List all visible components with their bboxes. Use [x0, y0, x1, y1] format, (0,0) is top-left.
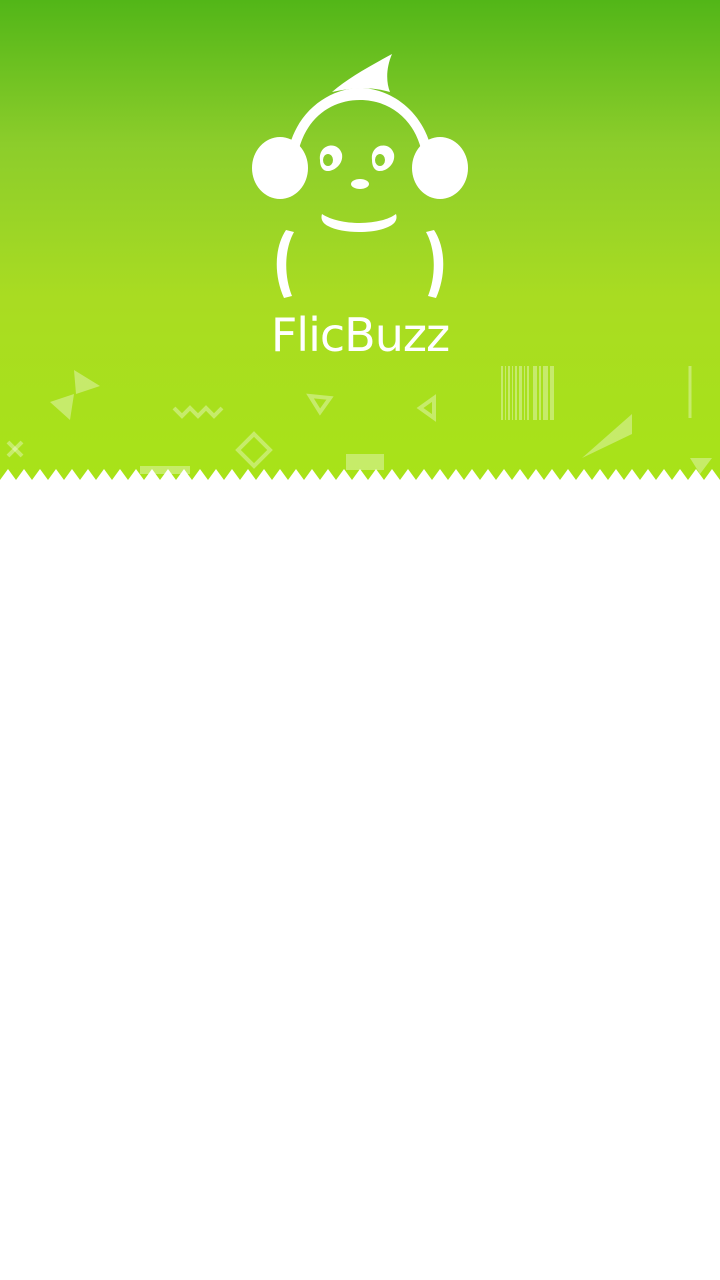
zigzag-divider: [0, 469, 720, 480]
blank-content-area: [0, 480, 720, 1280]
headphone-mascot-icon: [252, 54, 468, 298]
app-name: FlicBuzz: [270, 308, 450, 362]
splash-header: FlicBuzz: [0, 0, 720, 480]
splash-screen: FlicBuzz: [0, 0, 720, 1280]
